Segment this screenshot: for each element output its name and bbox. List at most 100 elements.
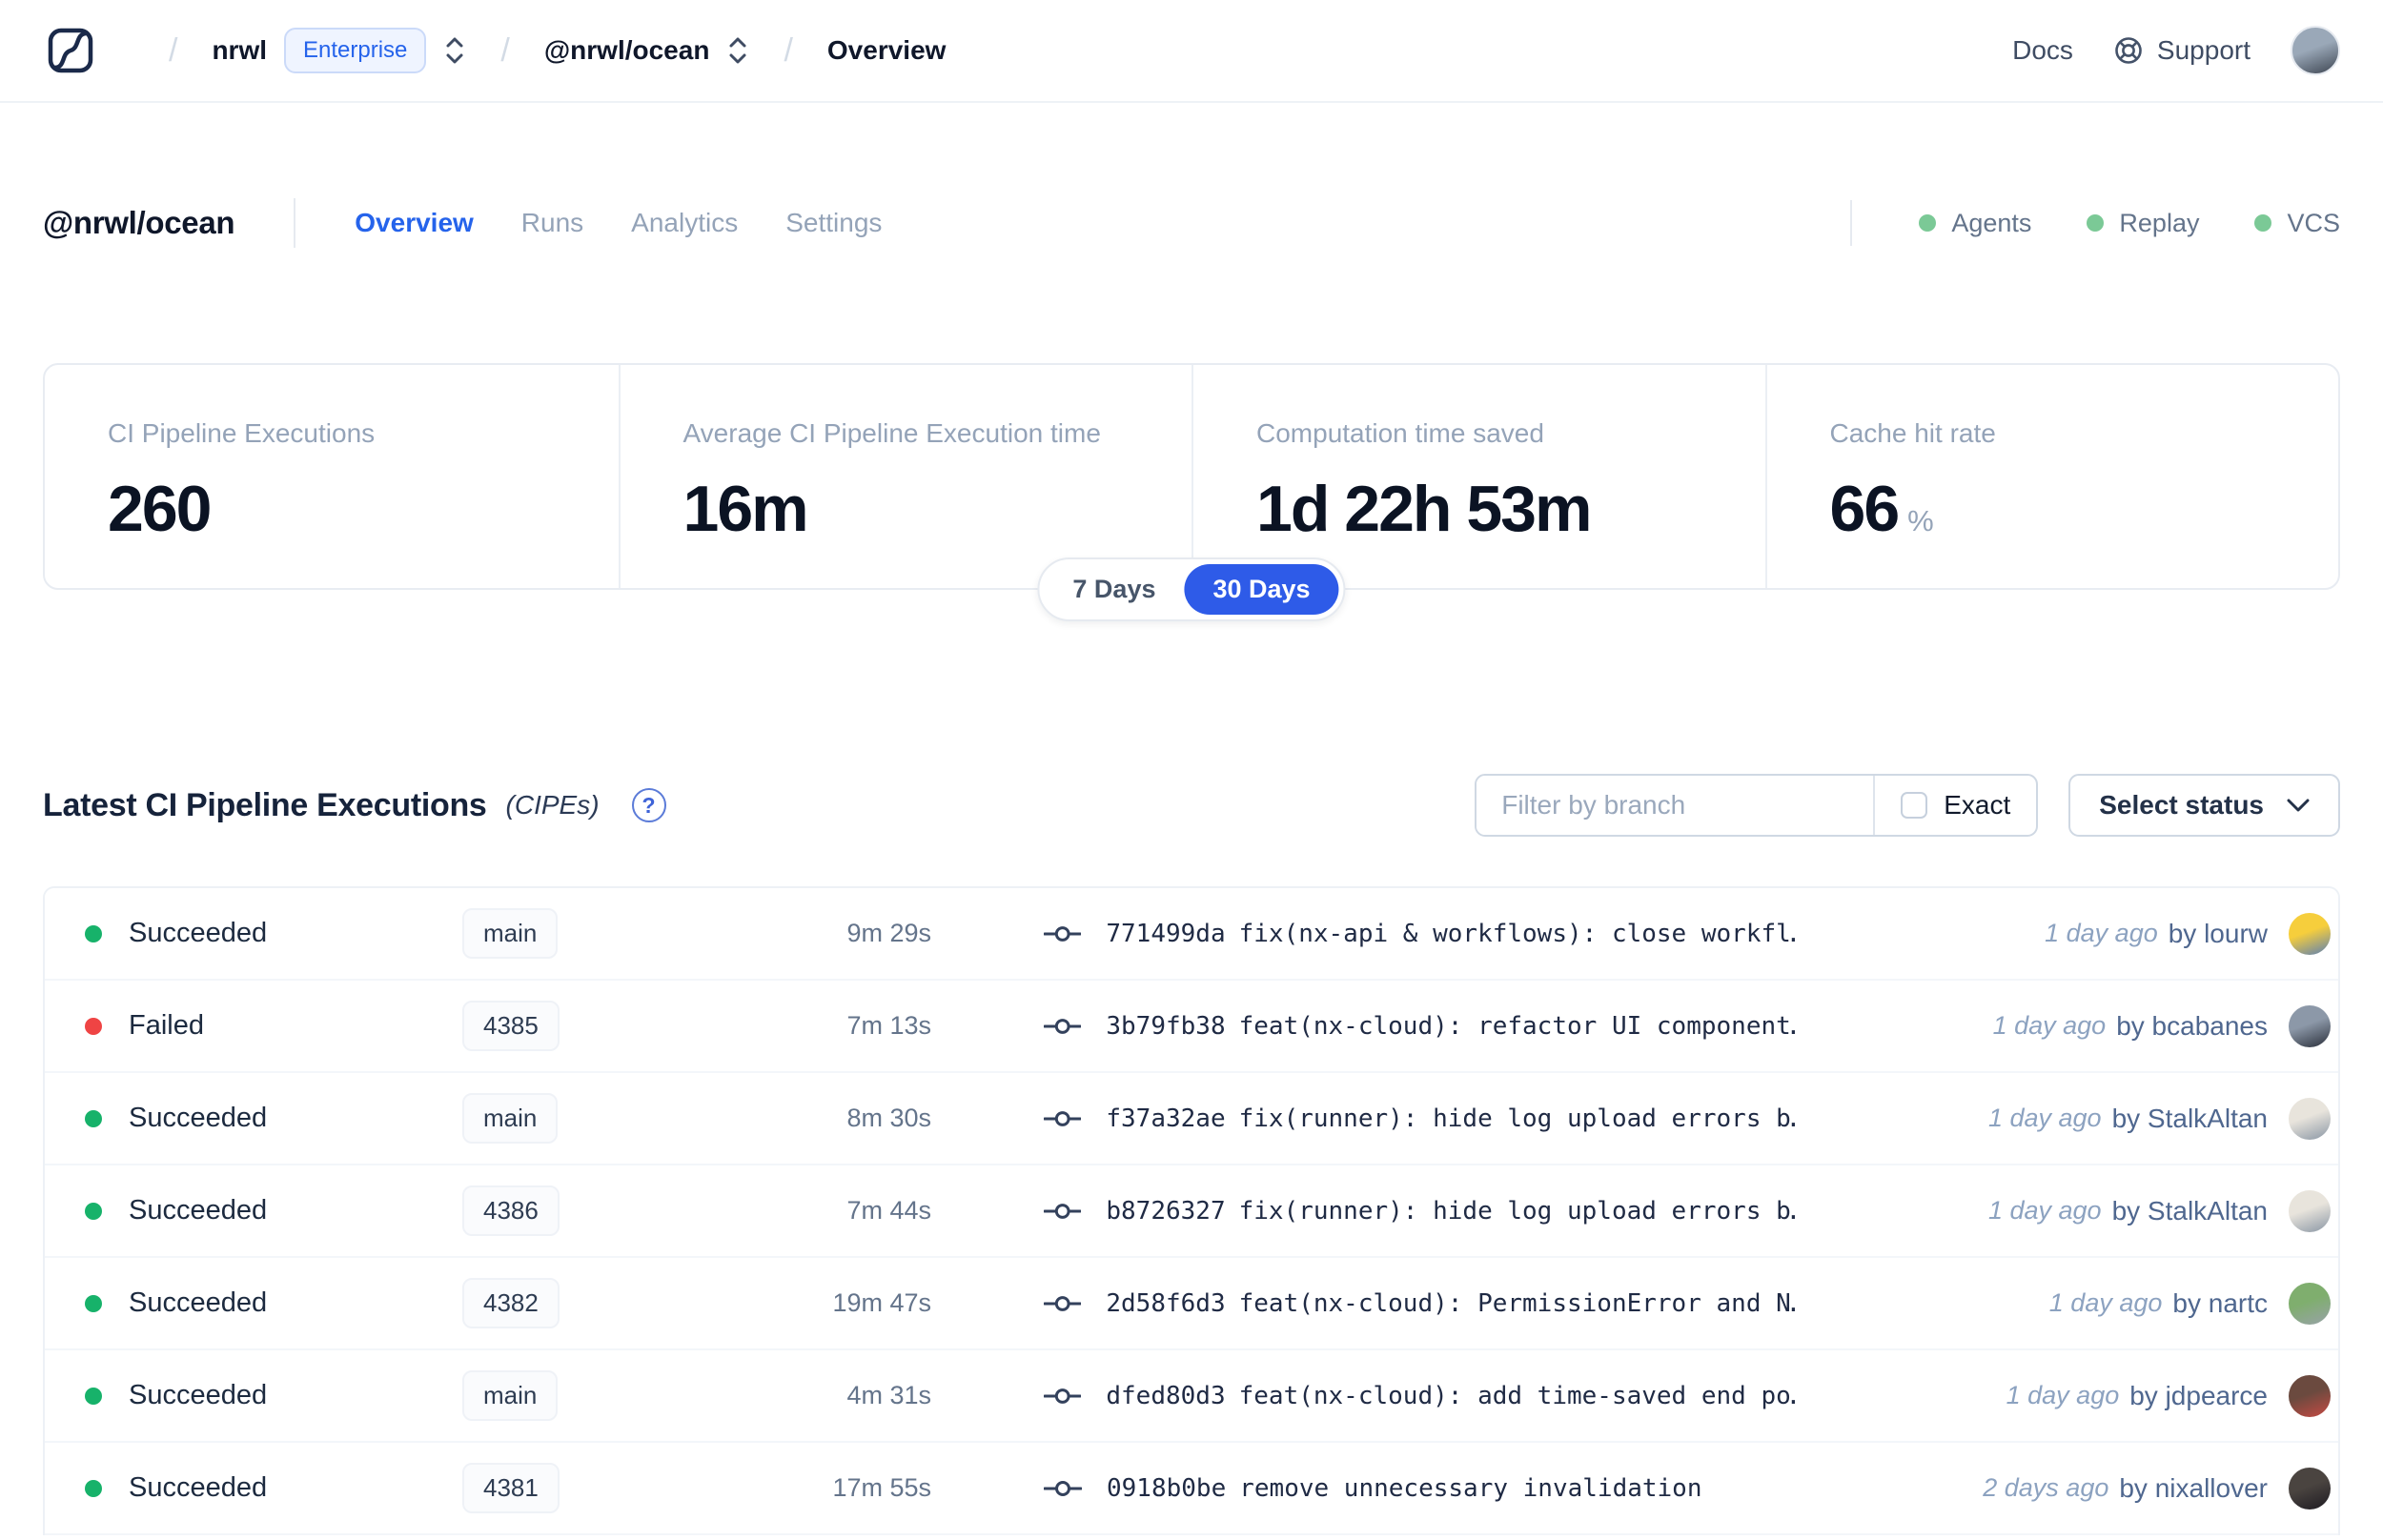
branch-badge: main [462,1370,559,1421]
lifebuoy-icon [2115,37,2142,64]
author-avatar [2289,1189,2331,1232]
section-title-suffix: (CIPEs) [505,790,600,820]
commit-hash: b8726327 [1106,1196,1226,1226]
author-avatar [2289,1467,2331,1510]
branch-badge: 4381 [462,1463,560,1513]
branch-badge: main [462,908,559,959]
branch-filter-input[interactable] [1477,776,1874,835]
author-avatar [2289,1097,2331,1140]
author-avatar [2289,912,2331,955]
time-ago: 1 day ago [1987,1104,2102,1132]
cipe-table: Succeeded main 9m 29s 771499da fix(nx-api… [43,886,2340,1535]
workspace-tabs: Overview Runs Analytics Settings [355,208,882,238]
exact-checkbox[interactable] [1901,792,1928,819]
status-dot-icon [85,1294,102,1312]
indicator-label: Agents [1951,208,2032,237]
time-ago: 1 day ago [1992,1011,2107,1040]
branch-badge: 4385 [462,1001,560,1051]
stat-value: 1d 22h 53m [1256,473,1592,545]
stat-card-cache-hit: Cache hit rate 66% [1764,365,2339,588]
chevron-down-icon [2287,799,2310,812]
nx-cloud-logo[interactable] [43,23,98,78]
range-30-days-button[interactable]: 30 Days [1184,564,1339,615]
org-switcher-button[interactable] [443,33,466,68]
status-label: Succeeded [129,1380,268,1410]
range-7-days-button[interactable]: 7 Days [1044,564,1184,615]
status-dot-icon [85,1479,102,1497]
branch-filter-group: Exact [1475,774,2039,837]
author: by jdpearce [2129,1380,2268,1410]
user-avatar[interactable] [2291,26,2340,75]
commit-icon [1044,1480,1082,1496]
author-avatar [2289,1004,2331,1047]
cipe-section-header: Latest CI Pipeline Executions (CIPEs) ? … [0,774,2383,837]
tab-runs[interactable]: Runs [521,208,583,238]
indicator-agents[interactable]: Agents [1919,209,2031,238]
status-label: Succeeded [129,1103,268,1133]
cipe-row[interactable]: Succeeded 4386 7m 44s b8726327 fix(runner… [45,1165,2338,1258]
stat-card-time-saved: Computation time saved 1d 22h 53m [1192,365,1765,588]
breadcrumb-separator: / [784,31,793,69]
commit-hash: 3b79fb38 [1106,1011,1226,1041]
status-indicators: Agents Replay VCS [1919,209,2340,238]
cipe-row[interactable]: Succeeded main 8m 30s f37a32ae fix(runner… [45,1073,2338,1165]
commit-message: feat(nx-cloud): refactor UI component… [1238,1011,1795,1041]
author: by StalkAltan [2111,1195,2268,1226]
commit-icon [1044,925,1082,942]
commit-hash: dfed80d3 [1106,1381,1226,1410]
stat-value: 16m [682,473,809,545]
author-avatar [2289,1282,2331,1325]
docs-link[interactable]: Docs [2012,35,2073,66]
indicator-vcs[interactable]: VCS [2254,209,2340,238]
help-icon[interactable]: ? [631,788,666,822]
commit-icon [1044,1203,1082,1219]
breadcrumb-org[interactable]: nrwl [212,35,267,66]
cipe-row[interactable]: Succeeded main 4m 31s dfed80d3 feat(nx-cl… [45,1350,2338,1443]
tab-overview[interactable]: Overview [355,208,474,238]
stat-label: Average CI Pipeline Execution time [682,418,1101,448]
workspace-switcher-button[interactable] [726,33,749,68]
commit-text: b8726327 fix(runner): hide log upload err… [1106,1197,1795,1226]
divider [294,198,296,248]
tab-settings[interactable]: Settings [785,208,882,238]
indicator-replay[interactable]: Replay [2087,209,2199,238]
commit-text: dfed80d3 feat(nx-cloud): add time-saved e… [1106,1382,1795,1410]
enterprise-badge[interactable]: Enterprise [284,28,427,73]
commit-text: 2d58f6d3 feat(nx-cloud): PermissionError … [1106,1289,1795,1318]
cipe-row[interactable]: Succeeded 4382 19m 47s 2d58f6d3 feat(nx-c… [45,1258,2338,1350]
commit-text: f37a32ae fix(runner): hide log upload err… [1106,1104,1795,1133]
commit-hash: 771499da [1106,919,1226,948]
author: by bcabanes [2116,1010,2268,1041]
commit-hash: 0918b0be [1107,1473,1227,1503]
tab-analytics[interactable]: Analytics [631,208,738,238]
status-dot-icon [85,1109,102,1127]
branch-badge: main [462,1093,559,1144]
author: by nixallover [2119,1472,2268,1503]
cipe-row[interactable]: Succeeded main 9m 29s 771499da fix(nx-api… [45,888,2338,981]
cipe-row[interactable]: Succeeded 4381 17m 55s 0918b0be remove un… [45,1443,2338,1535]
status-label: Succeeded [129,1472,268,1503]
date-range-toggle: 7 Days 30 Days [1037,557,1346,621]
branch-badge: 4386 [462,1185,560,1236]
breadcrumb-page[interactable]: Overview [827,35,947,66]
green-dot-icon [1919,214,1937,232]
support-link[interactable]: Support [2113,35,2251,66]
breadcrumb-workspace[interactable]: @nrwl/ocean [544,35,710,66]
commit-message: feat(nx-cloud): add time-saved end po… [1238,1381,1795,1410]
stat-label: Cache hit rate [1829,418,1996,448]
commit-message: remove unnecessary invalidation [1239,1473,1702,1503]
time-ago: 1 day ago [2045,919,2158,947]
duration: 7m 13s [846,1011,931,1040]
commit-hash: f37a32ae [1106,1104,1226,1133]
indicator-label: VCS [2287,208,2340,237]
status-dot-icon [85,1387,102,1405]
exact-checkbox-label[interactable]: Exact [1944,790,2010,821]
commit-text: 771499da fix(nx-api & workflows): close w… [1106,920,1795,948]
chevron-updown-icon [446,37,463,64]
commit-message: feat(nx-cloud): PermissionError and N… [1238,1288,1795,1318]
status-select-dropdown[interactable]: Select status [2068,774,2340,837]
cipe-row[interactable]: Failed 4385 7m 13s 3b79fb38 feat(nx-cloud… [45,981,2338,1073]
time-ago: 1 day ago [2048,1288,2163,1317]
commit-icon [1044,1018,1082,1034]
indicator-label: Replay [2119,208,2200,237]
